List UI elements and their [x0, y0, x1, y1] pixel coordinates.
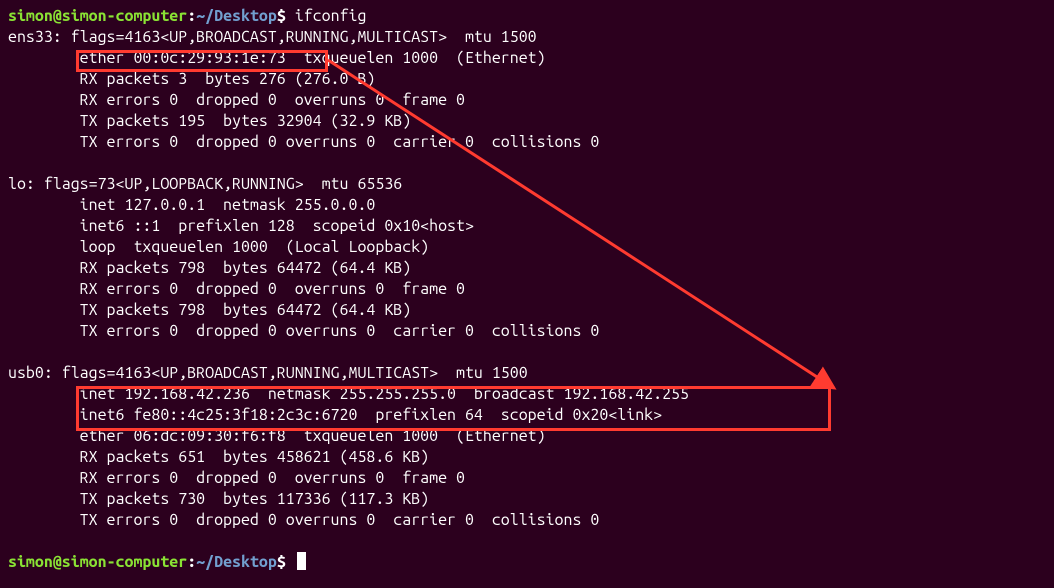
prompt-host: simon-computer	[62, 7, 187, 25]
prompt-dollar: $	[277, 7, 286, 25]
usb0-line-2: inet 192.168.42.236 netmask 255.255.255.…	[8, 384, 1046, 405]
prompt-path: ~/Desktop	[196, 7, 277, 25]
ens33-line-6: TX errors 0 dropped 0 overruns 0 carrier…	[8, 132, 1046, 153]
usb0-line-7: TX packets 730 bytes 117336 (117.3 KB)	[8, 489, 1046, 510]
prompt-host-2: simon-computer	[62, 553, 187, 571]
blank-2	[8, 342, 1046, 363]
ens33-line-4: RX errors 0 dropped 0 overruns 0 frame 0	[8, 90, 1046, 111]
usb0-line-6: RX errors 0 dropped 0 overruns 0 frame 0	[8, 468, 1046, 489]
cursor-icon	[297, 552, 306, 570]
prompt-user-2: simon	[8, 553, 53, 571]
prompt-colon-2: :	[187, 553, 196, 571]
usb0-line-3: inet6 fe80::4c25:3f18:2c3c:6720 prefixle…	[8, 405, 1046, 426]
ens33-line-2: ether 00:0c:29:93:1e:73 txqueuelen 1000 …	[8, 48, 1046, 69]
usb0-line-5: RX packets 651 bytes 458621 (458.6 KB)	[8, 447, 1046, 468]
ens33-line-1: ens33: flags=4163<UP,BROADCAST,RUNNING,M…	[8, 27, 1046, 48]
lo-line-6: RX errors 0 dropped 0 overruns 0 frame 0	[8, 279, 1046, 300]
blank-1	[8, 153, 1046, 174]
prompt-dollar-2: $	[277, 553, 286, 571]
lo-line-2: inet 127.0.0.1 netmask 255.0.0.0	[8, 195, 1046, 216]
prompt-line-1: simon@simon-computer:~/Desktop$ ifconfig	[8, 6, 1046, 27]
usb0-line-1: usb0: flags=4163<UP,BROADCAST,RUNNING,MU…	[8, 363, 1046, 384]
ens33-line-5: TX packets 195 bytes 32904 (32.9 KB)	[8, 111, 1046, 132]
lo-line-1: lo: flags=73<UP,LOOPBACK,RUNNING> mtu 65…	[8, 174, 1046, 195]
prompt-at: @	[53, 7, 62, 25]
usb0-line-4: ether 06:dc:09:30:f6:f8 txqueuelen 1000 …	[8, 426, 1046, 447]
lo-line-5: RX packets 798 bytes 64472 (64.4 KB)	[8, 258, 1046, 279]
command-text[interactable]: ifconfig	[295, 7, 367, 25]
usb0-line-8: TX errors 0 dropped 0 overruns 0 carrier…	[8, 510, 1046, 531]
blank-3	[8, 531, 1046, 552]
lo-line-4: loop txqueuelen 1000 (Local Loopback)	[8, 237, 1046, 258]
prompt-user: simon	[8, 7, 53, 25]
prompt-path-2: ~/Desktop	[196, 553, 277, 571]
lo-line-7: TX packets 798 bytes 64472 (64.4 KB)	[8, 300, 1046, 321]
prompt-at-2: @	[53, 553, 62, 571]
lo-line-3: inet6 ::1 prefixlen 128 scopeid 0x10<hos…	[8, 216, 1046, 237]
prompt-colon: :	[187, 7, 196, 25]
ens33-line-3: RX packets 3 bytes 276 (276.0 B)	[8, 69, 1046, 90]
lo-line-8: TX errors 0 dropped 0 overruns 0 carrier…	[8, 321, 1046, 342]
prompt-line-2[interactable]: simon@simon-computer:~/Desktop$	[8, 552, 1046, 573]
